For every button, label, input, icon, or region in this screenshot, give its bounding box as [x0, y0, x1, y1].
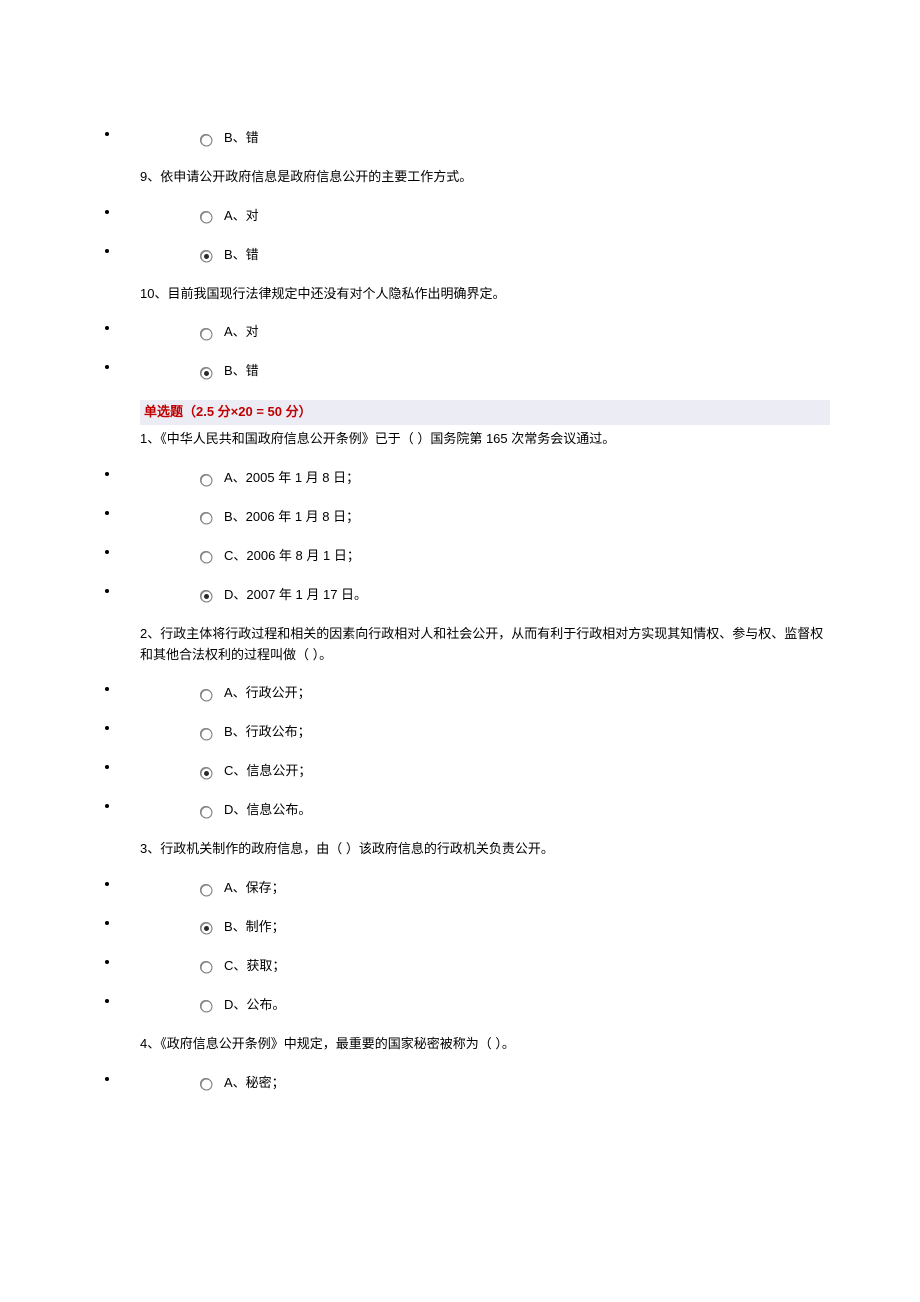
option-label: C、信息公开；: [224, 763, 311, 778]
radio-selected-icon[interactable]: [200, 589, 212, 601]
question-text: 10、目前我国现行法律规定中还没有对个人隐私作出明确界定。: [140, 284, 830, 305]
option-row[interactable]: B、制作；: [140, 917, 830, 938]
question-text: 3、行政机关制作的政府信息，由（ ）该政府信息的行政机关负责公开。: [140, 839, 830, 860]
radio-unselected-icon[interactable]: [200, 960, 212, 972]
option-label: B、2006 年 1 月 8 日；: [224, 509, 359, 524]
option-row[interactable]: A、行政公开；: [140, 683, 830, 704]
option-row[interactable]: B、错: [140, 361, 830, 382]
option-row[interactable]: B、2006 年 1 月 8 日；: [140, 507, 830, 528]
radio-unselected-icon[interactable]: [200, 327, 212, 339]
list-bullet-icon: [105, 960, 109, 964]
option-row[interactable]: B、行政公布；: [140, 722, 830, 743]
option-row[interactable]: D、2007 年 1 月 17 日。: [140, 585, 830, 606]
option-label: B、制作；: [224, 919, 285, 934]
option-label: B、错: [224, 130, 259, 145]
list-bullet-icon: [105, 589, 109, 593]
option-row[interactable]: C、2006 年 8 月 1 日；: [140, 546, 830, 567]
list-bullet-icon: [105, 132, 109, 136]
radio-unselected-icon[interactable]: [200, 1077, 212, 1089]
radio-unselected-icon[interactable]: [200, 688, 212, 700]
list-bullet-icon: [105, 326, 109, 330]
radio-unselected-icon[interactable]: [200, 883, 212, 895]
option-row[interactable]: B、错: [140, 245, 830, 266]
radio-unselected-icon[interactable]: [200, 999, 212, 1011]
list-bullet-icon: [105, 550, 109, 554]
option-label: C、2006 年 8 月 1 日；: [224, 548, 360, 563]
radio-selected-icon[interactable]: [200, 921, 212, 933]
question-text: 1、《中华人民共和国政府信息公开条例》已于（ ）国务院第 165 次常务会议通过…: [140, 429, 830, 450]
list-bullet-icon: [105, 804, 109, 808]
radio-selected-icon[interactable]: [200, 249, 212, 261]
radio-unselected-icon[interactable]: [200, 550, 212, 562]
radio-unselected-icon[interactable]: [200, 805, 212, 817]
question-text: 4、《政府信息公开条例》中规定，最重要的国家秘密被称为（ ）。: [140, 1034, 830, 1055]
radio-unselected-icon[interactable]: [200, 210, 212, 222]
list-bullet-icon: [105, 210, 109, 214]
option-row[interactable]: C、获取；: [140, 956, 830, 977]
list-bullet-icon: [105, 882, 109, 886]
option-row[interactable]: A、对: [140, 322, 830, 343]
radio-selected-icon[interactable]: [200, 766, 212, 778]
option-row[interactable]: D、公布。: [140, 995, 830, 1016]
question-text: 2、行政主体将行政过程和相关的因素向行政相对人和社会公开，从而有利于行政相对方实…: [140, 624, 830, 666]
option-row[interactable]: C、信息公开；: [140, 761, 830, 782]
option-label: D、2007 年 1 月 17 日。: [224, 587, 367, 602]
radio-unselected-icon[interactable]: [200, 473, 212, 485]
option-label: D、公布。: [224, 997, 285, 1012]
list-bullet-icon: [105, 999, 109, 1003]
option-label: B、错: [224, 247, 259, 262]
list-bullet-icon: [105, 511, 109, 515]
option-label: A、行政公开；: [224, 686, 311, 701]
option-label: A、对: [224, 208, 259, 223]
option-label: C、获取；: [224, 958, 285, 973]
option-label: B、错: [224, 364, 259, 379]
question-text: 9、依申请公开政府信息是政府信息公开的主要工作方式。: [140, 167, 830, 188]
radio-unselected-icon[interactable]: [200, 133, 212, 145]
list-bullet-icon: [105, 472, 109, 476]
radio-unselected-icon[interactable]: [200, 511, 212, 523]
radio-selected-icon[interactable]: [200, 366, 212, 378]
list-bullet-icon: [105, 765, 109, 769]
list-bullet-icon: [105, 365, 109, 369]
option-row[interactable]: A、2005 年 1 月 8 日；: [140, 468, 830, 489]
option-row[interactable]: D、信息公布。: [140, 800, 830, 821]
option-label: B、行政公布；: [224, 724, 311, 739]
option-label: D、信息公布。: [224, 802, 311, 817]
option-label: A、秘密；: [224, 1075, 285, 1090]
radio-unselected-icon[interactable]: [200, 727, 212, 739]
list-bullet-icon: [105, 921, 109, 925]
option-row[interactable]: A、对: [140, 206, 830, 227]
list-bullet-icon: [105, 687, 109, 691]
option-label: A、保存；: [224, 880, 285, 895]
option-row[interactable]: B、错: [140, 128, 830, 149]
option-row[interactable]: A、秘密；: [140, 1073, 830, 1094]
list-bullet-icon: [105, 726, 109, 730]
option-label: A、对: [224, 325, 259, 340]
option-row[interactable]: A、保存；: [140, 878, 830, 899]
list-bullet-icon: [105, 1077, 109, 1081]
section-header: 单选题（2.5 分×20 = 50 分）: [140, 400, 830, 425]
option-label: A、2005 年 1 月 8 日；: [224, 470, 359, 485]
list-bullet-icon: [105, 249, 109, 253]
